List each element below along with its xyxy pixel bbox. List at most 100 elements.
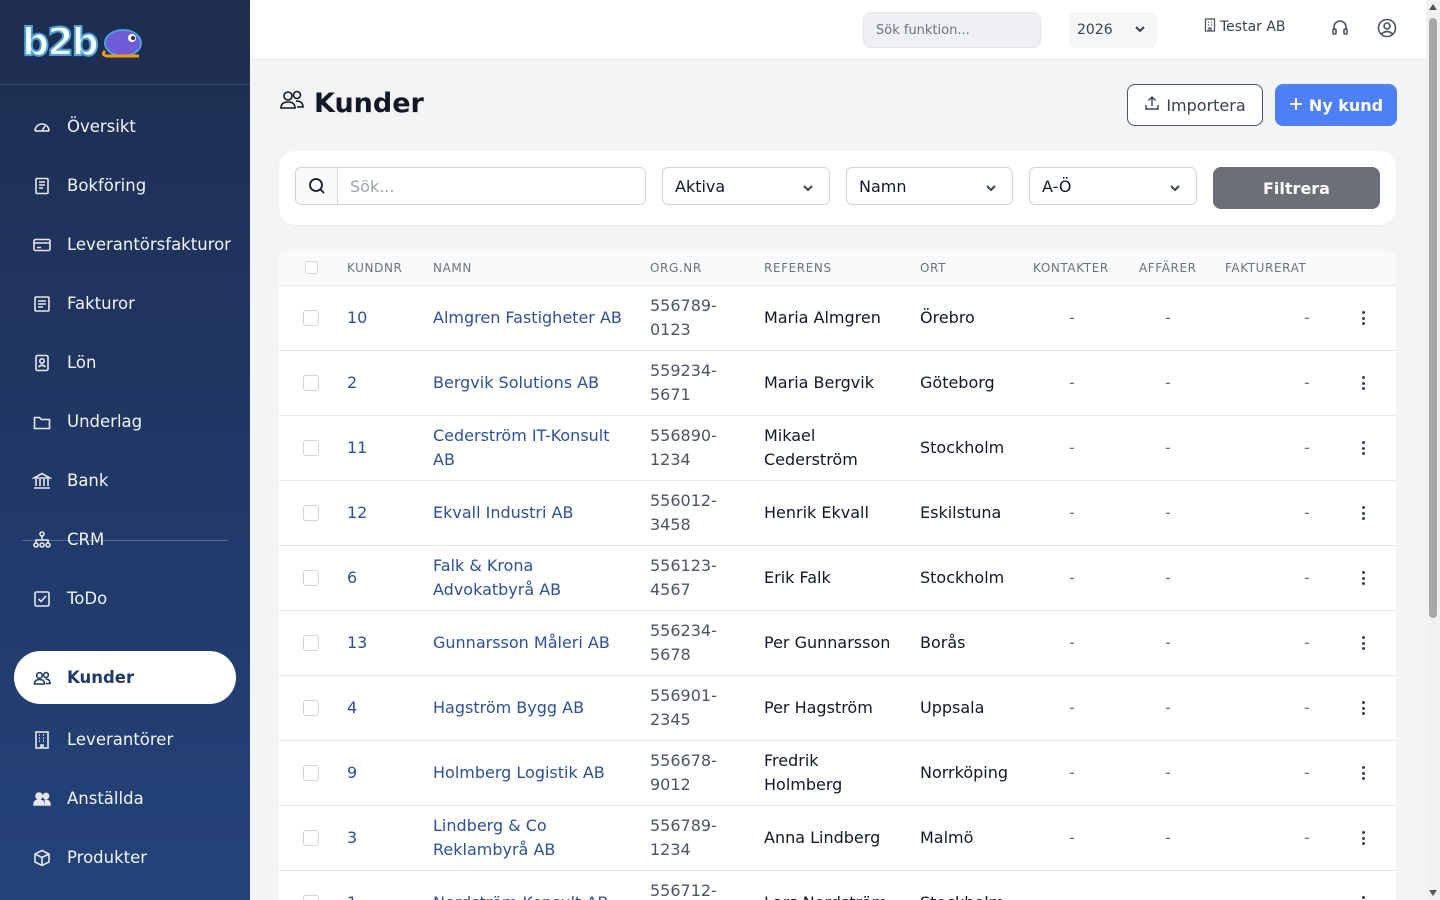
cell-namn[interactable]: Gunnarsson Måleri AB xyxy=(433,631,623,655)
cell-namn[interactable]: Falk & Krona Advokatbyrå AB xyxy=(433,554,623,602)
sidebar-item-oversikt[interactable]: Översikt xyxy=(0,97,250,156)
more-options-icon[interactable] xyxy=(1361,896,1365,900)
row-checkbox[interactable] xyxy=(303,635,319,651)
year-select[interactable]: 2026 xyxy=(1069,12,1157,48)
more-options-icon[interactable] xyxy=(1361,831,1365,845)
row-checkbox[interactable] xyxy=(303,830,319,846)
sidebar-item-bokforing[interactable]: Bokföring xyxy=(0,156,250,215)
column-header-kundnr[interactable]: KUNDNR xyxy=(347,261,402,275)
table-row[interactable]: 1 Nordström Konsult AB 556712- 3456 Lars No… xyxy=(279,871,1396,900)
function-search-input[interactable]: Sök funktion... xyxy=(863,12,1041,48)
page-scrollbar[interactable] xyxy=(1426,0,1440,900)
sidebar-item-kunder[interactable]: Kunder xyxy=(14,651,236,704)
new-customer-button[interactable]: Ny kund xyxy=(1275,84,1397,126)
cell-namn[interactable]: Almgren Fastigheter AB xyxy=(433,306,623,330)
column-header-kontakter[interactable]: KONTAKTER xyxy=(1033,261,1109,275)
row-checkbox[interactable] xyxy=(303,765,319,781)
import-button[interactable]: Importera xyxy=(1127,84,1263,126)
table-row[interactable]: 9 Holmberg Logistik AB 556678- 9012 Fredrik… xyxy=(279,741,1396,806)
cell-orgnr: 556901- 2345 xyxy=(650,686,717,729)
sidebar-item-leverantorer[interactable]: Leverantörer xyxy=(0,710,250,769)
folder-icon xyxy=(32,412,52,432)
table-row[interactable]: 12 Ekvall Industri AB 556012- 3458 Henrik E… xyxy=(279,481,1396,546)
sort-field-value: Namn xyxy=(859,176,907,196)
cell-fakturerat: - xyxy=(1304,438,1310,457)
sidebar-item-todo[interactable]: ToDo xyxy=(0,569,250,628)
sidebar-item-label: Underlag xyxy=(67,412,143,431)
table-row[interactable]: 6 Falk & Krona Advokatbyrå AB 556123- 4567… xyxy=(279,546,1396,611)
customer-search-input[interactable]: Sök... xyxy=(295,167,646,205)
cell-namn[interactable]: Lindberg & Co Reklambyrå AB xyxy=(433,814,623,862)
row-checkbox[interactable] xyxy=(303,375,319,391)
sidebar-item-fakturor[interactable]: Fakturor xyxy=(0,274,250,333)
filter-button[interactable]: Filtrera xyxy=(1213,167,1380,209)
row-checkbox[interactable] xyxy=(303,570,319,586)
cell-namn[interactable]: Hagström Bygg AB xyxy=(433,696,623,720)
more-options-icon[interactable] xyxy=(1361,766,1365,780)
more-options-icon[interactable] xyxy=(1361,376,1365,390)
status-select[interactable]: Aktiva xyxy=(662,167,830,205)
sidebar-item-bank[interactable]: Bank xyxy=(0,451,250,510)
more-options-icon[interactable] xyxy=(1361,441,1365,455)
select-all-checkbox[interactable] xyxy=(305,261,318,274)
cell-namn[interactable]: Nordström Konsult AB xyxy=(433,891,623,900)
sidebar-item-leverantorsfakturor[interactable]: Leverantörsfakturor xyxy=(0,215,250,274)
cell-orgnr: 556890- 1234 xyxy=(650,426,717,469)
cell-fakturerat: - xyxy=(1304,698,1310,717)
logo[interactable]: b2b xyxy=(0,0,250,85)
table-row[interactable]: 3 Lindberg & Co Reklambyrå AB 556789- 1234… xyxy=(279,806,1396,871)
cell-kundnr[interactable]: 6 xyxy=(347,566,357,590)
sidebar-item-lon[interactable]: Lön xyxy=(0,333,250,392)
cell-kundnr[interactable]: 1 xyxy=(347,891,357,900)
cell-kundnr[interactable]: 4 xyxy=(347,696,357,720)
column-header-orgnr[interactable]: ORG.NR xyxy=(650,261,702,275)
cell-kundnr[interactable]: 10 xyxy=(347,306,367,330)
cell-kundnr[interactable]: 3 xyxy=(347,826,357,850)
scroll-thumb[interactable] xyxy=(1429,18,1437,618)
scroll-down-arrow-icon[interactable] xyxy=(1429,890,1437,896)
cell-namn[interactable]: Ekvall Industri AB xyxy=(433,501,623,525)
scroll-up-arrow-icon[interactable] xyxy=(1429,4,1437,10)
row-checkbox[interactable] xyxy=(303,505,319,521)
more-options-icon[interactable] xyxy=(1361,506,1365,520)
cell-orgnr: 556712- 3456 xyxy=(650,881,717,900)
company-switcher[interactable]: Testar AB xyxy=(1204,18,1286,36)
cell-referens: Lars Nordström xyxy=(764,891,904,900)
column-header-referens[interactable]: REFERENS xyxy=(764,261,832,275)
more-options-icon[interactable] xyxy=(1361,701,1365,715)
cell-kundnr[interactable]: 11 xyxy=(347,436,367,460)
cell-kundnr[interactable]: 12 xyxy=(347,501,367,525)
column-header-affarer[interactable]: AFFÄRER xyxy=(1139,261,1197,275)
table-row[interactable]: 2 Bergvik Solutions AB 559234- 5671 Maria B… xyxy=(279,351,1396,416)
column-header-fakturerat[interactable]: FAKTURERAT xyxy=(1225,261,1306,275)
table-row[interactable]: 10 Almgren Fastigheter AB 556789- 0123 Mari… xyxy=(279,286,1396,351)
more-options-icon[interactable] xyxy=(1361,571,1365,585)
cell-namn[interactable]: Holmberg Logistik AB xyxy=(433,761,623,785)
cell-namn[interactable]: Cederström IT-Konsult AB xyxy=(433,424,623,472)
cell-kundnr[interactable]: 9 xyxy=(347,761,357,785)
more-options-icon[interactable] xyxy=(1361,311,1365,325)
cell-kundnr[interactable]: 13 xyxy=(347,631,367,655)
more-options-icon[interactable] xyxy=(1361,636,1365,650)
sidebar-item-anstallda[interactable]: Anställda xyxy=(0,769,250,828)
sort-order-select[interactable]: A-Ö xyxy=(1029,167,1197,205)
cell-fakturerat: - xyxy=(1304,308,1310,327)
column-header-ort[interactable]: ORT xyxy=(920,261,946,275)
column-header-namn[interactable]: NAMN xyxy=(433,261,472,275)
row-checkbox[interactable] xyxy=(303,700,319,716)
user-account-icon[interactable] xyxy=(1377,18,1397,38)
table-row[interactable]: 4 Hagström Bygg AB 556901- 2345 Per Hagströ… xyxy=(279,676,1396,741)
sidebar-item-underlag[interactable]: Underlag xyxy=(0,392,250,451)
cell-fakturerat: - xyxy=(1304,373,1310,392)
sort-field-select[interactable]: Namn xyxy=(846,167,1013,205)
sidebar-item-produkter[interactable]: Produkter xyxy=(0,828,250,887)
row-checkbox[interactable] xyxy=(303,895,319,900)
cell-namn[interactable]: Bergvik Solutions AB xyxy=(433,371,623,395)
row-checkbox[interactable] xyxy=(303,440,319,456)
upload-icon xyxy=(1144,95,1160,115)
row-checkbox[interactable] xyxy=(303,310,319,326)
headset-icon[interactable] xyxy=(1330,18,1350,38)
table-row[interactable]: 13 Gunnarsson Måleri AB 556234- 5678 Per Gu… xyxy=(279,611,1396,676)
table-row[interactable]: 11 Cederström IT-Konsult AB 556890- 1234 Mi… xyxy=(279,416,1396,481)
cell-kundnr[interactable]: 2 xyxy=(347,371,357,395)
